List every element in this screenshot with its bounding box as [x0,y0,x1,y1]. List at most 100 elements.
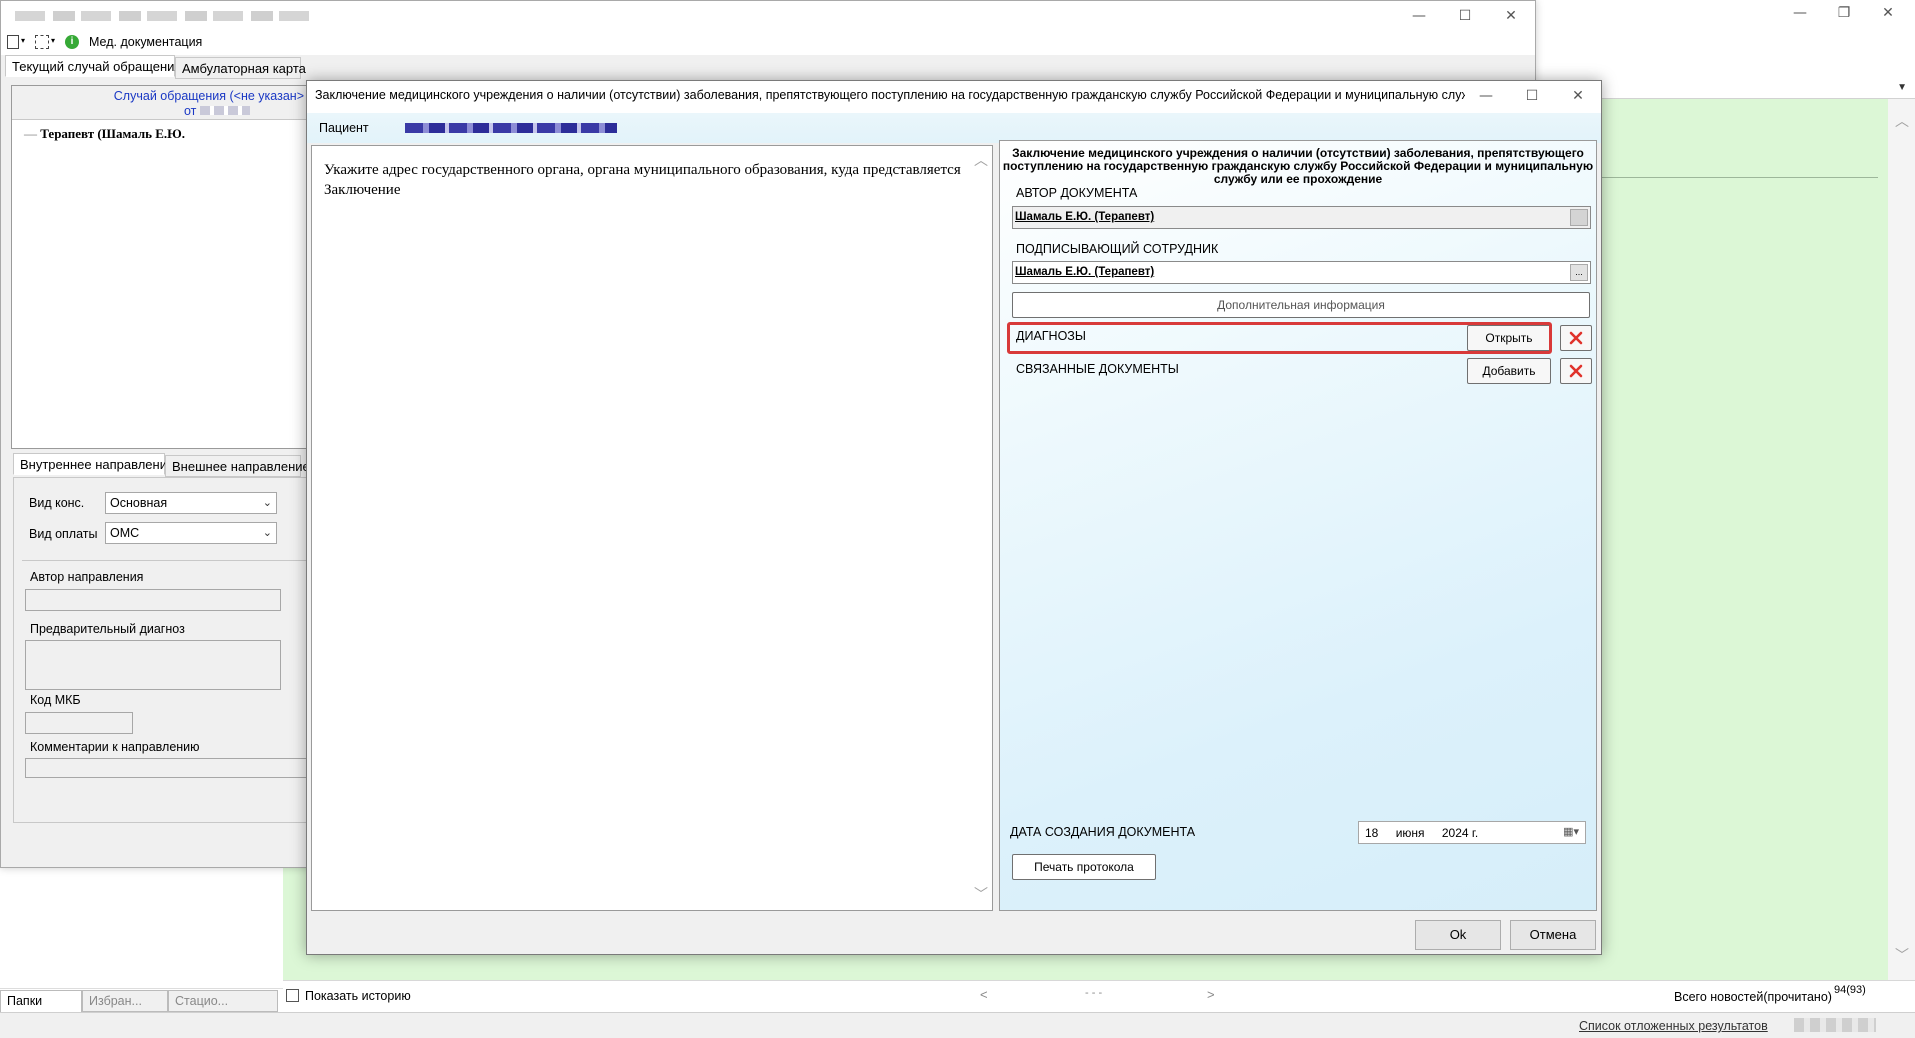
case-date-label: от [184,104,197,118]
redacted-user [1794,1018,1876,1032]
extra-info-button[interactable]: Дополнительная информация [1012,292,1590,318]
tab-external-referral[interactable]: Внешнее направление [165,455,310,477]
tab-outpatient-card[interactable]: Амбулаторная карта [175,57,306,79]
referral-form: Вид конс. Основная ⌄ Вид оплаты ОМС ⌄ Ав… [13,477,315,823]
case-tree-panel: Случай обращения (<не указан> от — Терап… [11,85,309,449]
date-year: 2024 г. [1441,826,1479,840]
comments-label: Комментарии к направлению [30,740,200,754]
tab-label: Внешнее направление [172,459,310,474]
news-bottom-bar: Показать историю < - - - > Всего новосте… [283,980,1915,1010]
signer-field[interactable]: Шамаль Е.Ю. (Терапевт) ... [1012,261,1591,284]
linked-docs-add-button[interactable]: Добавить [1467,358,1551,384]
author-value: Шамаль Е.Ю. (Терапевт) [1015,211,1155,223]
win2-toolbar: ▾ ▾ i Мед. документация [1,31,1535,55]
restore-icon[interactable]: ❐ [1822,2,1866,24]
tab-label: Амбулаторная карта [182,61,306,76]
status-bar: Список отложенных результатов [0,1012,1915,1038]
next-page-button[interactable]: > [1207,987,1215,1002]
redacted-date [199,106,250,115]
signer-select-button[interactable]: ... [1570,264,1588,281]
author-field: Шамаль Е.Ю. (Терапевт) [1012,206,1591,229]
scroll-down-icon[interactable]: ﹀ [974,884,988,904]
tab-internal-referral[interactable]: Внутреннее направление [13,453,174,475]
patient-row: Пациент [307,113,1601,143]
address-prompt-text: Укажите адрес государственного органа, о… [324,162,961,198]
divider [0,988,283,989]
tree-item-label: Терапевт (Шамаль Е.Ю. [40,126,186,141]
document-icon[interactable] [7,35,19,49]
conclusion-dialog: Заключение медицинского учреждения о нал… [306,80,1602,955]
chevron-down-icon[interactable]: ▼ [1897,82,1907,93]
ok-button[interactable]: Ok [1415,920,1501,950]
delete-x-icon [1569,364,1583,378]
author-section-label: АВТОР ДОКУМЕНТА [1016,186,1138,200]
diagnoses-delete-button[interactable] [1560,325,1592,351]
minimize-icon[interactable]: — [1778,2,1822,24]
cancel-button[interactable]: Отмена [1510,920,1596,950]
author-label: Автор направления [30,570,144,584]
scroll-up-icon[interactable]: ︿ [974,150,988,170]
creation-date-label: ДАТА СОЗДАНИЯ ДОКУМЕНТА [1010,825,1196,839]
linked-docs-label: СВЯЗАННЫЕ ДОКУМЕНТЫ [1016,362,1179,376]
prelim-diagnosis-label: Предварительный диагноз [30,622,185,636]
address-text-area[interactable]: Укажите адрес государственного органа, о… [311,145,993,911]
close-icon[interactable]: ✕ [1866,2,1910,24]
dropdown-icon[interactable]: ▾ [21,36,25,45]
show-history-checkbox[interactable] [286,989,299,1002]
tree-line: — [24,126,41,141]
minimize-icon[interactable]: — [1464,85,1508,107]
print-protocol-button[interactable]: Печать протокола [1012,854,1156,880]
info-icon[interactable]: i [65,35,79,49]
chevron-down-icon: ⌄ [262,497,272,509]
author-field[interactable] [25,589,281,611]
signer-value: Шамаль Е.Ю. (Терапевт) [1015,266,1155,278]
tab-favorites[interactable]: Избран... [82,990,168,1012]
tab-label: Внутреннее направление [20,457,175,472]
minimize-icon[interactable]: — [1397,5,1441,27]
scroll-down-icon[interactable]: ﹀ [1895,945,1909,965]
author-select-button [1570,209,1588,226]
tree-item-therapist[interactable]: — Терапевт (Шамаль Е.Ю. [24,126,185,142]
consult-type-label: Вид конс. [29,496,85,510]
close-icon[interactable]: ✕ [1556,85,1600,107]
mkb-code-field[interactable] [25,712,133,734]
case-header: Случай обращения (<не указан> от [12,86,308,120]
grid-icon[interactable] [35,35,49,49]
dropdown-icon[interactable]: ▾ [51,36,55,45]
close-icon[interactable]: ✕ [1489,5,1533,27]
mkb-code-label: Код МКБ [30,693,81,707]
payment-type-value: ОМС [110,526,140,540]
tab-label: Избран... [89,994,142,1008]
prev-page-button[interactable]: < [980,987,988,1002]
dialog-titlebar: Заключение медицинского учреждения о нал… [307,81,1601,113]
case-header-line2: от [12,104,304,119]
chevron-down-icon: ⌄ [262,527,272,539]
case-header-line1: Случай обращения (<не указан> [113,89,304,103]
payment-type-select[interactable]: ОМС ⌄ [105,522,277,544]
date-month: июня [1395,826,1425,840]
document-properties-panel: Заключение медицинского учреждения о нал… [999,140,1597,911]
tab-hospital[interactable]: Стацио... [168,990,278,1012]
consult-type-select[interactable]: Основная ⌄ [105,492,277,514]
dialog-title: Заключение медицинского учреждения о нал… [315,88,1465,102]
comments-field[interactable] [25,758,315,778]
tab-label: Текущий случай обращения [12,59,182,74]
calendar-icon[interactable]: ▦▾ [1563,825,1579,838]
scroll-up-icon[interactable]: ︿ [1895,111,1909,131]
prelim-diagnosis-field[interactable] [25,640,281,690]
linked-docs-delete-button[interactable] [1560,358,1592,384]
show-history-label: Показать историю [305,989,411,1003]
redacted-patient-name [405,123,617,133]
tab-current-case[interactable]: Текущий случай обращения [5,55,181,77]
tab-folders[interactable]: Папки [0,990,82,1012]
deferred-results-link[interactable]: Список отложенных результатов [1579,1019,1768,1033]
news-scrollbar[interactable]: ︿ ﹀ [1888,99,1915,980]
maximize-icon[interactable]: ☐ [1443,5,1487,27]
patient-label: Пациент [319,121,369,135]
med-docs-button[interactable]: Мед. документация [89,35,202,49]
maximize-icon[interactable]: ☐ [1510,85,1554,107]
divider [1600,177,1878,178]
creation-date-picker[interactable]: 18 июня 2024 г. ▦▾ [1358,821,1586,844]
diagnoses-highlight-frame [1007,322,1552,354]
tab-label: Стацио... [175,994,229,1008]
